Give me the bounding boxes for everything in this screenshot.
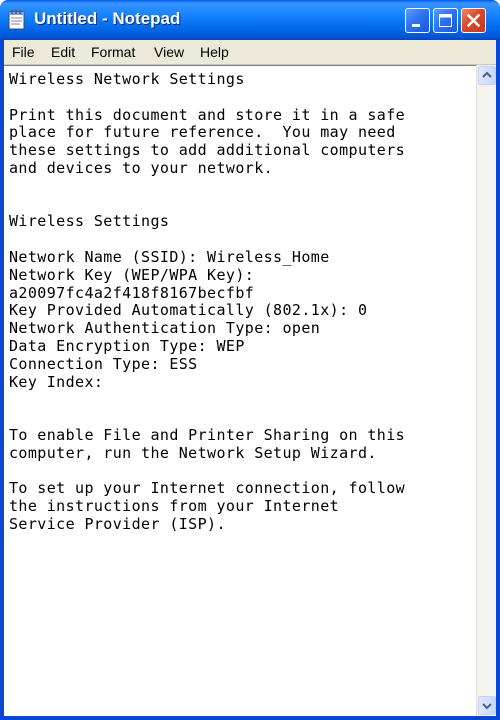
window-frame-bottom [0, 716, 500, 720]
close-button[interactable] [461, 8, 486, 33]
maximize-button[interactable] [433, 8, 458, 33]
window-frame-right [496, 40, 500, 720]
menu-view[interactable]: View [154, 44, 184, 60]
menu-file[interactable]: File [12, 44, 35, 60]
maximize-icon [439, 14, 452, 27]
vertical-scrollbar[interactable] [476, 65, 496, 716]
document-text[interactable]: Wireless Network Settings Print this doc… [9, 70, 405, 534]
scroll-down-button[interactable] [478, 696, 496, 715]
text-editor[interactable]: Wireless Network Settings Print this doc… [4, 65, 476, 716]
window-title: Untitled - Notepad [34, 9, 181, 28]
menu-edit[interactable]: Edit [51, 44, 75, 60]
minimize-icon [412, 24, 420, 27]
scroll-up-arrow-icon [482, 71, 492, 78]
notepad-icon[interactable] [8, 10, 26, 30]
scroll-down-arrow-icon [482, 703, 492, 710]
menu-help[interactable]: Help [200, 44, 229, 60]
minimize-button[interactable] [405, 8, 430, 33]
scroll-up-button[interactable] [478, 66, 496, 85]
menu-bar: File Edit Format View Help [4, 40, 496, 65]
menu-format[interactable]: Format [91, 44, 135, 60]
notepad-window: Untitled - Notepad File Edit Format View… [0, 0, 500, 720]
title-bar[interactable]: Untitled - Notepad [0, 0, 500, 40]
close-icon [466, 13, 481, 28]
